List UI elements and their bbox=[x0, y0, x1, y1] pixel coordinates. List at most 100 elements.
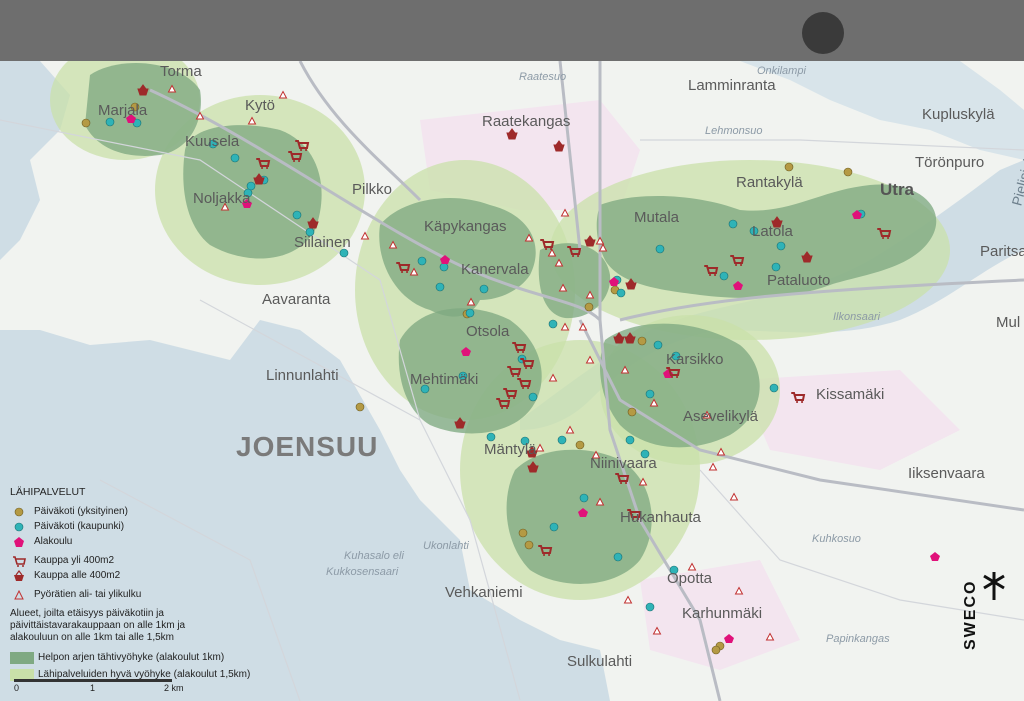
legend-row-shop-large: Kauppa yli 400m2 bbox=[10, 553, 310, 568]
daycare-private-marker[interactable] bbox=[637, 336, 647, 346]
place-aavaranta: Aavaranta bbox=[262, 291, 331, 308]
daycare-city-marker[interactable] bbox=[105, 117, 115, 127]
place-iiksenvaara: Iiksenvaara bbox=[908, 465, 985, 482]
place-pataluoto: Pataluoto bbox=[767, 272, 831, 289]
place-raatesuo: Raatesuo bbox=[519, 71, 567, 83]
place-papinkangas: Papinkangas bbox=[826, 633, 890, 645]
place-kapykangas: Käpykangas bbox=[424, 218, 507, 235]
place-toronpuro: Törönpuro bbox=[915, 154, 985, 171]
scale-tick-2: 2 km bbox=[164, 683, 184, 693]
place-kuhkosuo: Kuhkosuo bbox=[812, 533, 861, 545]
place-latola: Latola bbox=[752, 223, 793, 240]
place-noljakka: Noljakka bbox=[193, 190, 251, 207]
legend-title: LÄHIPALVELUT bbox=[10, 486, 86, 498]
place-torma: Torma bbox=[160, 63, 202, 80]
legend-row-zone-core: Helpon arjen tähtivyöhyke (alakoulut 1km… bbox=[10, 650, 310, 665]
legend-row-shop-small: Kauppa alle 400m2 bbox=[10, 568, 310, 583]
daycare-private-marker[interactable] bbox=[518, 528, 528, 538]
legend: LÄHIPALVELUT Päiväkoti (yksityinen) Päiv… bbox=[10, 486, 310, 682]
daycare-private-marker[interactable] bbox=[784, 162, 794, 172]
daycare-city-marker[interactable] bbox=[417, 256, 427, 266]
place-onkilampi: Onkilampi bbox=[757, 65, 806, 77]
daycare-city-marker[interactable] bbox=[486, 432, 496, 442]
school-icon bbox=[10, 536, 28, 548]
daycare-city-marker[interactable] bbox=[579, 493, 589, 503]
top-overlay-bar bbox=[0, 0, 1024, 61]
scale-tick-1: 1 bbox=[90, 683, 96, 693]
place-marjala: Marjala bbox=[98, 102, 148, 119]
daycare-private-marker[interactable] bbox=[355, 402, 365, 412]
daycare-city-icon bbox=[10, 522, 28, 532]
daycare-city-marker[interactable] bbox=[776, 241, 786, 251]
place-mulo: Mul bbox=[996, 314, 1021, 331]
daycare-private-marker[interactable] bbox=[81, 118, 91, 128]
legend-row-daycare-city: Päiväkoti (kaupunki) bbox=[10, 519, 310, 534]
daycare-city-marker[interactable] bbox=[645, 602, 655, 612]
place-lamminranta: Lamminranta bbox=[688, 77, 776, 94]
place-ilkonsaari: Ilkonsaari bbox=[833, 311, 881, 323]
daycare-city-marker[interactable] bbox=[528, 392, 538, 402]
place-sulkulahti: Sulkulahti bbox=[567, 653, 633, 670]
place-linnunlahti: Linnunlahti bbox=[266, 367, 339, 384]
place-kyto: Kytö bbox=[245, 97, 276, 114]
daycare-private-marker[interactable] bbox=[584, 302, 594, 312]
zone-core-swatch bbox=[10, 651, 34, 664]
daycare-private-marker[interactable] bbox=[627, 407, 637, 417]
daycare-city-marker[interactable] bbox=[616, 288, 626, 298]
daycare-city-marker[interactable] bbox=[465, 308, 475, 318]
place-mantyla: Mäntylä bbox=[484, 441, 537, 458]
daycare-city-marker[interactable] bbox=[230, 153, 240, 163]
topbar-circle bbox=[802, 12, 844, 54]
daycare-private-marker[interactable] bbox=[711, 645, 721, 655]
sweco-logo-icon bbox=[983, 572, 1005, 600]
daycare-city-marker[interactable] bbox=[771, 262, 781, 272]
daycare-city-marker[interactable] bbox=[613, 552, 623, 562]
daycare-city-marker[interactable] bbox=[719, 271, 729, 281]
place-hukanhauta: Hukanhauta bbox=[620, 509, 701, 526]
place-kuusela: Kuusela bbox=[185, 133, 240, 150]
daycare-city-marker[interactable] bbox=[653, 340, 663, 350]
place-asevelikyla: Asevelikylä bbox=[683, 408, 759, 425]
legend-label-zone-core: Helpon arjen tähtivyöhyke (alakoulut 1km… bbox=[38, 652, 225, 663]
scale-bar-line bbox=[14, 679, 172, 682]
place-pilkko: Pilkko bbox=[352, 181, 393, 198]
daycare-city-marker[interactable] bbox=[439, 262, 449, 272]
daycare-city-marker[interactable] bbox=[479, 284, 489, 294]
shopping-cart-icon bbox=[10, 555, 28, 567]
daycare-city-marker[interactable] bbox=[548, 319, 558, 329]
daycare-city-marker[interactable] bbox=[728, 219, 738, 229]
place-siilainen: Siilainen bbox=[294, 234, 351, 251]
place-rantakyla: Rantakylä bbox=[736, 174, 803, 191]
legend-row-daycare-private: Päiväkoti (yksityinen) bbox=[10, 504, 310, 519]
daycare-city-marker[interactable] bbox=[769, 383, 779, 393]
place-kanervala: Kanervala bbox=[461, 261, 529, 278]
daycare-private-marker[interactable] bbox=[524, 540, 534, 550]
daycare-city-marker[interactable] bbox=[549, 522, 559, 532]
daycare-city-marker[interactable] bbox=[655, 244, 665, 254]
place-niinivaara: Niinivaara bbox=[590, 455, 657, 472]
legend-row-crossing: Pyörätien ali- tai ylikulku bbox=[10, 587, 310, 602]
legend-row-school: Alakoulu bbox=[10, 534, 310, 549]
daycare-city-marker[interactable] bbox=[292, 210, 302, 220]
place-raatekangas: Raatekangas bbox=[482, 113, 571, 130]
legend-label-daycare-private: Päiväkoti (yksityinen) bbox=[34, 506, 128, 517]
daycare-city-marker[interactable] bbox=[625, 435, 635, 445]
legend-label-crossing: Pyörätien ali- tai ylikulku bbox=[34, 589, 142, 600]
scale-tick-0: 0 bbox=[14, 683, 20, 693]
place-joensuu: JOENSUU bbox=[236, 431, 379, 462]
place-mutala: Mutala bbox=[634, 209, 680, 226]
place-utra: Utra bbox=[880, 180, 915, 199]
daycare-city-marker[interactable] bbox=[435, 282, 445, 292]
daycare-city-marker[interactable] bbox=[645, 389, 655, 399]
legend-label-shop-small: Kauppa alle 400m2 bbox=[34, 570, 121, 581]
daycare-city-marker[interactable] bbox=[557, 435, 567, 445]
daycare-private-icon bbox=[10, 507, 28, 517]
place-opotta: Opotta bbox=[667, 570, 713, 587]
place-kuhasalo: Kuhasalo eli bbox=[344, 550, 404, 562]
place-karsikko: Karsikko bbox=[666, 351, 724, 368]
sweco-logo bbox=[978, 570, 1010, 690]
daycare-private-marker[interactable] bbox=[843, 167, 853, 177]
daycare-private-marker[interactable] bbox=[575, 440, 585, 450]
legend-label-school: Alakoulu bbox=[34, 536, 73, 547]
place-paritsa: Paritsa bbox=[980, 243, 1024, 260]
